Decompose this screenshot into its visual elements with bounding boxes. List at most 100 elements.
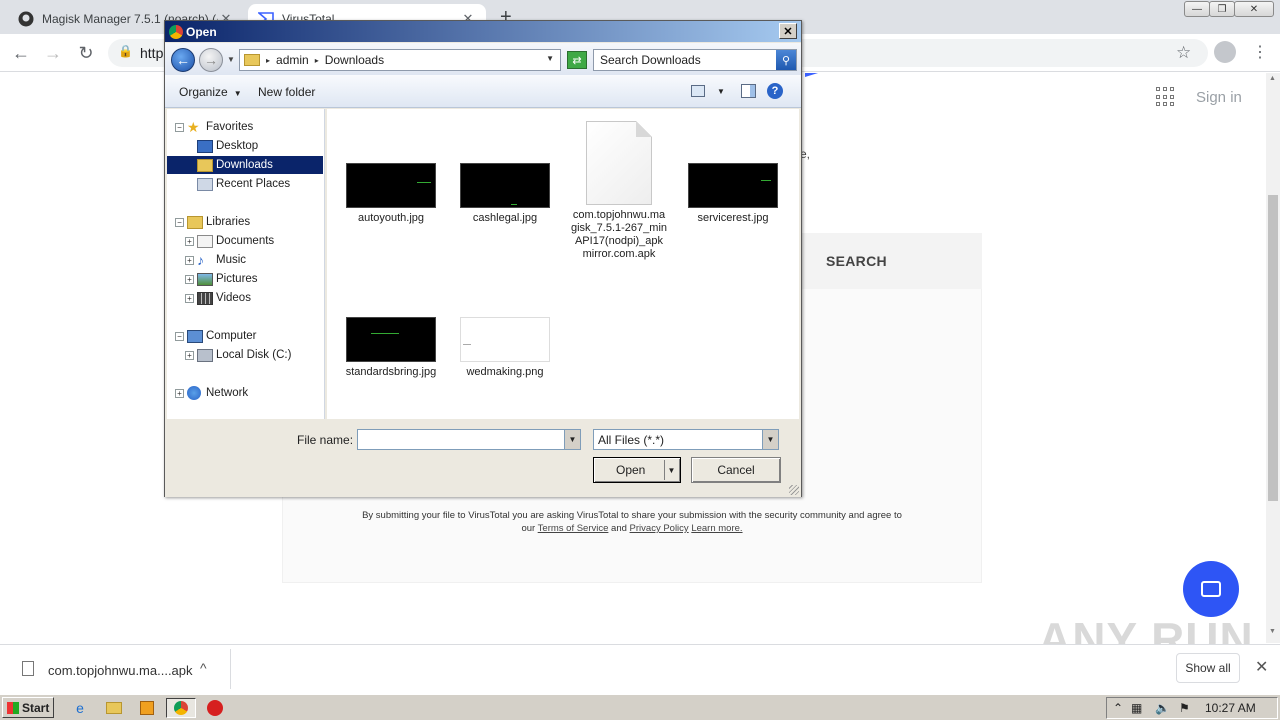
folder-icon[interactable] — [104, 698, 124, 718]
help-icon[interactable]: ? — [767, 83, 783, 99]
change-view-icon[interactable] — [691, 85, 705, 97]
expand-icon[interactable]: + — [185, 293, 194, 303]
scroll-down-icon[interactable]: ▼ — [1269, 628, 1276, 635]
privacy-policy-link[interactable]: Privacy Policy — [630, 523, 689, 534]
search-tab[interactable]: SEARCH — [800, 233, 982, 289]
download-shelf: com.topjohnwu.ma....apk ^ Show all ✕ — [0, 644, 1280, 694]
start-label: Start — [22, 700, 50, 715]
apps-grid-icon[interactable] — [1156, 87, 1176, 107]
learn-more-link[interactable]: Learn more. — [691, 523, 742, 534]
scrollbar-thumb[interactable] — [1268, 195, 1278, 501]
kebab-menu-icon[interactable]: ⋮ — [1252, 42, 1268, 62]
nav-item-pictures[interactable]: + Pictures — [167, 270, 323, 288]
chevron-right-icon[interactable]: ▸ — [266, 56, 270, 65]
back-arrow-icon[interactable]: ← — [10, 42, 32, 64]
terms-of-service-link[interactable]: Terms of Service — [538, 523, 609, 534]
music-icon: ♪ — [197, 251, 204, 268]
chevron-down-icon[interactable]: ▼ — [546, 54, 554, 63]
resize-grip[interactable] — [789, 485, 799, 495]
forward-arrow-icon[interactable]: → — [42, 42, 64, 64]
chevron-down-icon[interactable]: ▼ — [717, 87, 725, 96]
nav-item-documents[interactable]: + Documents — [167, 232, 323, 250]
media-player-icon[interactable] — [137, 698, 157, 718]
network-tray-icon[interactable]: ▦ — [1131, 701, 1142, 715]
reload-icon[interactable]: ↻ — [75, 42, 97, 64]
url-text: http — [140, 45, 164, 61]
show-all-button[interactable]: Show all — [1176, 653, 1240, 683]
clock[interactable]: 10:27 AM — [1205, 701, 1256, 715]
download-item[interactable]: com.topjohnwu.ma....apk — [48, 663, 193, 678]
nav-item-downloads[interactable]: Downloads — [167, 156, 323, 174]
chevron-down-icon[interactable]: ▼ — [564, 430, 580, 449]
start-button[interactable]: Start — [2, 697, 54, 718]
file-item[interactable]: servicerest.jpg — [683, 163, 783, 225]
dialog-close-button[interactable]: ✕ — [779, 23, 797, 39]
file-item[interactable]: autoyouth.jpg — [341, 163, 441, 225]
bookmark-star-icon[interactable]: ☆ — [1176, 43, 1191, 63]
expand-icon[interactable]: + — [185, 350, 194, 360]
expand-icon[interactable]: + — [185, 274, 194, 284]
close-icon[interactable]: ✕ — [1255, 657, 1268, 677]
collapse-icon[interactable]: − — [175, 217, 184, 227]
breadcrumb-downloads[interactable]: Downloads — [325, 53, 384, 67]
file-type-select[interactable]: All Files (*.*) ▼ — [593, 429, 779, 450]
page-scrollbar[interactable]: ▲ ▼ — [1266, 73, 1280, 643]
chrome-taskbar-icon[interactable] — [166, 698, 196, 718]
restore-button[interactable]: ❐ — [1209, 1, 1235, 17]
preview-pane-icon[interactable] — [741, 84, 756, 98]
nav-item-computer[interactable]: − Computer — [167, 327, 323, 345]
chevron-down-icon[interactable]: ▼ — [762, 430, 778, 449]
sign-in-link[interactable]: Sign in — [1196, 89, 1242, 106]
nav-label: Music — [216, 254, 247, 266]
open-options-chevron-icon[interactable]: ▼ — [664, 460, 678, 480]
nav-item-favorites[interactable]: − ★ Favorites — [167, 118, 323, 136]
file-item[interactable]: cashlegal.jpg — [455, 163, 555, 225]
new-folder-button[interactable]: New folder — [258, 85, 315, 99]
expand-icon[interactable]: + — [175, 388, 184, 398]
breadcrumb-admin[interactable]: admin — [276, 53, 309, 67]
tray-expand-icon[interactable]: ⌃ — [1113, 701, 1123, 715]
recent-locations-dropdown-icon[interactable]: ▼ — [227, 55, 235, 64]
expand-icon[interactable]: + — [185, 236, 194, 246]
organize-button[interactable]: Organize ▼ — [179, 85, 242, 99]
nav-item-libraries[interactable]: − Libraries — [167, 213, 323, 231]
nav-item-network[interactable]: + Network — [167, 384, 323, 402]
scroll-up-icon[interactable]: ▲ — [1269, 75, 1276, 82]
file-item[interactable]: standardsbring.jpg — [341, 317, 441, 379]
file-item[interactable]: wedmaking.png — [455, 317, 555, 379]
profile-avatar[interactable] — [1214, 41, 1236, 63]
forward-arrow-icon[interactable]: → — [199, 48, 223, 72]
nav-item-desktop[interactable]: Desktop — [167, 137, 323, 155]
stop-icon[interactable] — [205, 698, 225, 718]
open-button[interactable]: Open ▼ — [593, 457, 681, 483]
file-item[interactable]: com.topjohnwu.magisk_7.5.1-267_minAPI17(… — [569, 121, 669, 261]
image-thumbnail — [460, 317, 550, 362]
search-icon[interactable]: ⚲ — [776, 50, 796, 70]
nav-item-recent-places[interactable]: Recent Places — [167, 175, 323, 193]
nav-item-local-disk[interactable]: + Local Disk (C:) — [167, 346, 323, 364]
nav-item-music[interactable]: + ♪ Music — [167, 251, 323, 269]
dialog-titlebar[interactable]: Open ✕ — [165, 21, 801, 42]
expand-icon[interactable]: + — [185, 255, 194, 265]
cancel-button[interactable]: Cancel — [691, 457, 781, 483]
folder-address-bar[interactable]: ▸ admin ▸ Downloads ▼ — [239, 49, 561, 71]
internet-explorer-icon[interactable]: e — [70, 698, 90, 718]
back-arrow-icon[interactable]: ← — [171, 48, 195, 72]
collapse-icon[interactable]: − — [175, 122, 184, 132]
file-name-input[interactable]: ▼ — [357, 429, 581, 450]
chevron-up-icon[interactable]: ^ — [200, 660, 207, 676]
nav-item-videos[interactable]: + Videos — [167, 289, 323, 307]
chevron-right-icon[interactable]: ▸ — [315, 56, 319, 65]
collapse-icon[interactable]: − — [175, 331, 184, 341]
nav-label: Pictures — [216, 273, 258, 285]
disk-icon — [197, 348, 213, 362]
image-thumbnail — [346, 163, 436, 208]
flag-tray-icon[interactable]: ⚑ — [1179, 701, 1190, 715]
search-downloads-input[interactable]: Search Downloads ⚲ — [593, 49, 797, 71]
window-close-button[interactable]: ✕ — [1234, 1, 1274, 17]
minimize-button[interactable]: — — [1184, 1, 1210, 17]
volume-icon[interactable]: 🔈 — [1155, 701, 1170, 715]
terms-disclaimer: By submitting your file to VirusTotal yo… — [282, 509, 982, 535]
chat-button[interactable] — [1183, 561, 1239, 617]
refresh-icon[interactable]: ⇄ — [567, 51, 587, 69]
